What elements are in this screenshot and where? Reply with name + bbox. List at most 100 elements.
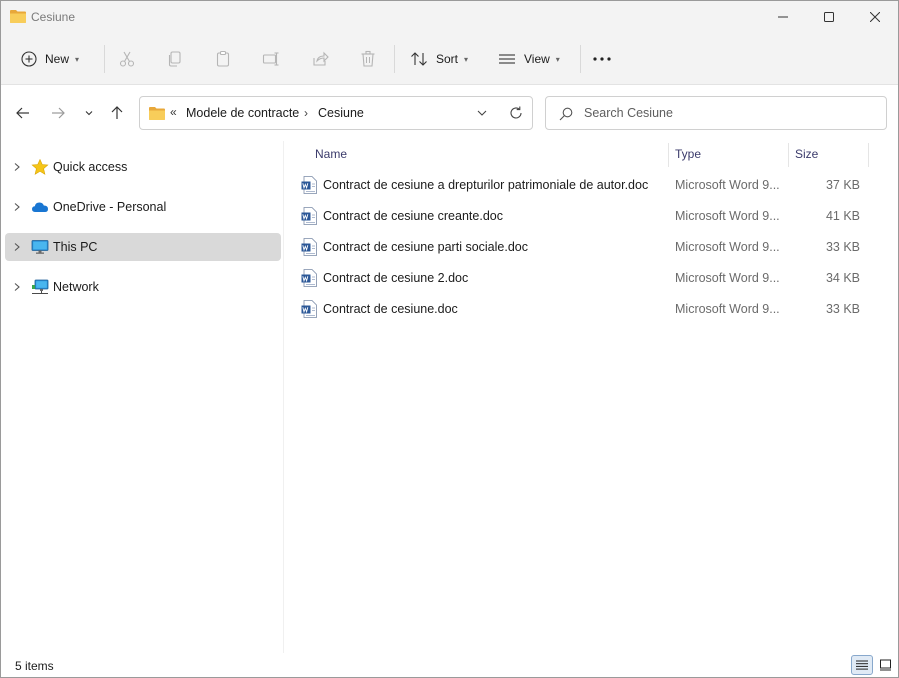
copy-button[interactable] <box>165 49 185 69</box>
large-icons-view-button[interactable] <box>874 655 896 675</box>
refresh-icon <box>510 106 522 119</box>
address-bar[interactable]: « Modele de contracte › Cesiune <box>139 96 533 130</box>
file-row[interactable]: Contract de cesiune 2.doc Microsoft Word… <box>297 264 872 292</box>
window-title: Cesiune <box>31 10 76 24</box>
file-type: Microsoft Word 9... <box>675 209 780 223</box>
breadcrumb-modele-de-contracte[interactable]: Modele de contracte <box>186 106 299 120</box>
file-type: Microsoft Word 9... <box>675 178 780 192</box>
see-more-button[interactable] <box>593 45 611 73</box>
title-bar: Cesiune <box>1 1 898 33</box>
word-document-icon <box>301 207 317 225</box>
file-name: Contract de cesiune creante.doc <box>323 209 503 223</box>
word-document-icon <box>301 176 317 194</box>
column-header-size[interactable]: Size <box>795 147 818 161</box>
sort-label: Sort <box>436 52 459 66</box>
file-size: 33 KB <box>825 240 860 254</box>
sidebar-item-onedrive[interactable]: OneDrive - Personal <box>5 193 281 221</box>
scissors-icon <box>119 51 135 67</box>
file-type: Microsoft Word 9... <box>675 271 780 285</box>
status-bar: 5 items <box>1 653 898 677</box>
column-divider[interactable] <box>788 143 789 167</box>
word-document-icon <box>301 238 317 256</box>
search-input[interactable] <box>584 104 874 122</box>
command-bar: New ▾ Sort ▾ View ▾ <box>1 33 898 85</box>
close-icon <box>870 12 880 22</box>
share-button[interactable] <box>310 49 330 69</box>
new-button[interactable]: New ▾ <box>21 45 79 73</box>
details-view-button[interactable] <box>851 655 873 675</box>
chevron-down-icon: ▾ <box>75 54 80 64</box>
trash-icon <box>361 50 375 67</box>
column-header-name[interactable]: Name <box>315 147 347 161</box>
rename-button[interactable] <box>261 49 281 69</box>
back-button[interactable] <box>12 102 34 124</box>
address-dropdown-button[interactable] <box>476 107 488 122</box>
sidebar-item-label: Quick access <box>53 160 128 174</box>
arrow-left-icon <box>16 107 29 119</box>
maximize-button[interactable] <box>806 1 852 33</box>
file-name: Contract de cesiune 2.doc <box>323 271 469 285</box>
sidebar-item-label: OneDrive - Personal <box>53 200 167 214</box>
word-document-icon <box>301 269 317 287</box>
maximize-icon <box>824 12 834 22</box>
chevron-down-icon: ▾ <box>464 54 469 64</box>
file-row[interactable]: Contract de cesiune parti sociale.doc Mi… <box>297 233 872 261</box>
file-size: 33 KB <box>825 302 860 316</box>
rename-icon <box>262 52 279 66</box>
chevron-right-icon[interactable] <box>12 282 22 292</box>
close-button[interactable] <box>852 1 898 33</box>
minimize-button[interactable] <box>760 1 806 33</box>
network-icon <box>32 279 49 294</box>
large-icons-view-icon <box>879 659 891 671</box>
navigation-pane: Quick access OneDrive - Personal This PC… <box>1 141 284 653</box>
breadcrumb-cesiune[interactable]: Cesiune <box>318 106 364 120</box>
column-divider[interactable] <box>668 143 669 167</box>
monitor-icon <box>31 240 49 254</box>
sidebar-item-label: This PC <box>53 240 98 254</box>
breadcrumb-separator[interactable]: › <box>304 106 308 120</box>
up-button[interactable] <box>106 102 128 124</box>
toolbar-divider <box>104 45 105 73</box>
word-document-icon <box>301 300 317 318</box>
sidebar-item-network[interactable]: Network <box>5 273 281 301</box>
view-button[interactable]: View ▾ <box>498 45 560 73</box>
search-box[interactable] <box>545 96 887 130</box>
cut-button[interactable] <box>117 49 137 69</box>
chevron-down-icon <box>85 111 93 116</box>
column-header-type[interactable]: Type <box>675 147 701 161</box>
file-name: Contract de cesiune parti sociale.doc <box>323 240 528 254</box>
file-type: Microsoft Word 9... <box>675 302 780 316</box>
view-label: View <box>524 52 550 66</box>
file-explorer-window: Cesiune New ▾ Sort ▾ View ▾ « Modele de … <box>0 0 899 678</box>
chevron-right-icon[interactable] <box>12 202 22 212</box>
folder-icon <box>10 9 26 23</box>
chevron-right-icon[interactable] <box>12 242 22 252</box>
sidebar-item-this-pc[interactable]: This PC <box>5 233 281 261</box>
sort-icon <box>411 52 427 66</box>
sidebar-item-label: Network <box>53 280 99 294</box>
file-row[interactable]: Contract de cesiune.doc Microsoft Word 9… <box>297 295 872 323</box>
chevron-down-icon <box>477 110 487 116</box>
file-name: Contract de cesiune.doc <box>323 302 458 316</box>
file-size: 34 KB <box>825 271 860 285</box>
sort-button[interactable]: Sort ▾ <box>410 45 468 73</box>
paste-button[interactable] <box>213 49 233 69</box>
file-row[interactable]: Contract de cesiune creante.doc Microsof… <box>297 202 872 230</box>
breadcrumb-overflow[interactable]: « <box>170 105 177 119</box>
file-size: 41 KB <box>825 209 860 223</box>
cloud-icon <box>32 202 48 212</box>
delete-button[interactable] <box>358 49 378 69</box>
refresh-button[interactable] <box>508 105 524 124</box>
toolbar-divider <box>580 45 581 73</box>
toolbar-divider <box>394 45 395 73</box>
recent-locations-button[interactable] <box>78 102 100 124</box>
column-divider[interactable] <box>868 143 869 167</box>
sidebar-item-quick-access[interactable]: Quick access <box>5 153 281 181</box>
file-name: Contract de cesiune a drepturilor patrim… <box>323 178 649 192</box>
view-list-icon <box>499 54 515 64</box>
arrow-right-icon <box>52 107 65 119</box>
file-row[interactable]: Contract de cesiune a drepturilor patrim… <box>297 171 872 199</box>
chevron-right-icon[interactable] <box>12 162 22 172</box>
address-row: « Modele de contracte › Cesiune <box>1 85 898 141</box>
forward-button[interactable] <box>47 102 69 124</box>
